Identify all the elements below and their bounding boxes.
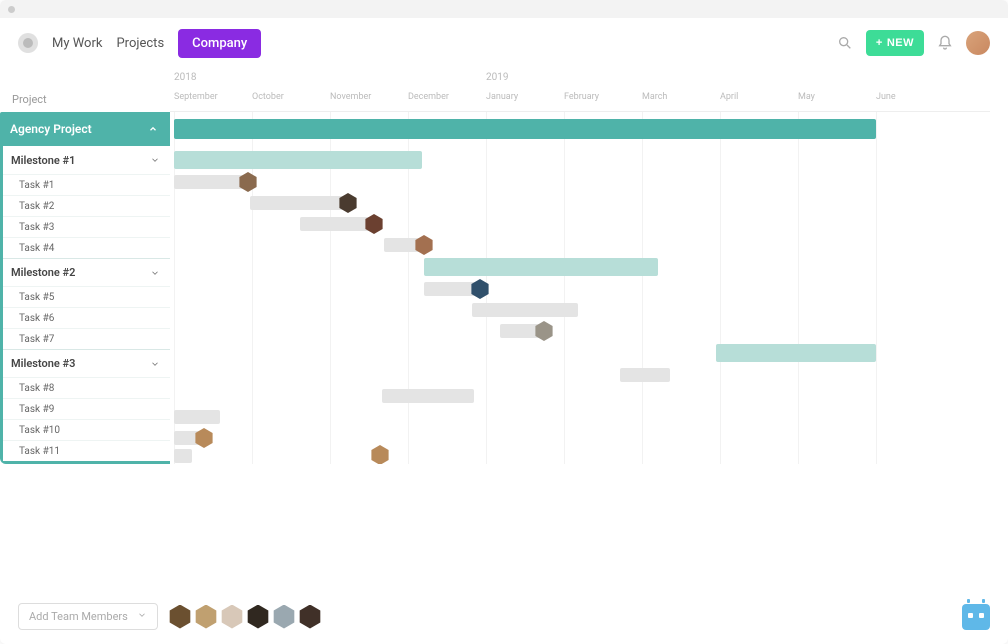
chevron-up-icon xyxy=(146,122,160,136)
team-avatar[interactable] xyxy=(220,605,244,629)
chevron-down-icon xyxy=(137,610,147,623)
gridline xyxy=(720,112,721,464)
milestone-row[interactable]: Milestone #3 xyxy=(3,349,170,377)
search-icon[interactable] xyxy=(834,32,856,54)
gridline xyxy=(564,112,565,464)
app-logo[interactable] xyxy=(18,33,38,53)
timeline-month: April xyxy=(720,92,738,102)
add-team-members-select[interactable]: Add Team Members xyxy=(18,603,158,630)
gantt-bar-task[interactable] xyxy=(174,175,248,189)
project-header[interactable]: Agency Project xyxy=(0,112,170,146)
gantt-chart[interactable]: 2018 2019 September October November Decembe… xyxy=(170,68,990,464)
task-row[interactable]: Task #8 xyxy=(3,377,170,398)
gantt-bar-milestone[interactable] xyxy=(716,344,876,362)
project-title: Agency Project xyxy=(10,122,92,136)
milestone-row[interactable]: Milestone #1 xyxy=(3,146,170,174)
timeline-month: March xyxy=(642,92,667,102)
team-avatar[interactable] xyxy=(272,605,296,629)
chevron-down-icon xyxy=(148,266,162,280)
sidebar-header-label: Project xyxy=(0,68,170,112)
gantt-bar-task[interactable] xyxy=(174,449,192,463)
team-avatar[interactable] xyxy=(168,605,192,629)
timeline-month: May xyxy=(798,92,815,102)
timeline-year: 2019 xyxy=(486,72,508,83)
milestone-label: Milestone #3 xyxy=(11,357,75,370)
gantt-bar-task[interactable] xyxy=(382,389,474,403)
timeline-years: 2018 2019 xyxy=(170,68,990,86)
sidebar: Project Agency Project Milestone #1 Task … xyxy=(0,68,170,464)
gantt-bar-task[interactable] xyxy=(300,217,374,231)
user-avatar[interactable] xyxy=(966,31,990,55)
team-avatar[interactable] xyxy=(298,605,322,629)
nav-item-company[interactable]: Company xyxy=(178,29,261,58)
nav-item-my-work[interactable]: My Work xyxy=(52,36,102,51)
gantt-bar-task[interactable] xyxy=(472,303,578,317)
gantt-bar-task[interactable] xyxy=(174,410,220,424)
chevron-down-icon xyxy=(148,357,162,371)
gantt-bar-task[interactable] xyxy=(250,196,348,210)
timeline-month: December xyxy=(408,92,449,102)
timeline-month: June xyxy=(876,92,896,102)
timeline-month: October xyxy=(252,92,284,102)
assistant-icon[interactable] xyxy=(962,604,990,630)
task-row[interactable]: Task #10 xyxy=(3,419,170,440)
bell-icon[interactable] xyxy=(934,32,956,54)
gridline xyxy=(798,112,799,464)
app-header: My Work Projects Company + NEW xyxy=(0,18,1008,68)
task-row[interactable]: Task #1 xyxy=(3,174,170,195)
new-button[interactable]: + NEW xyxy=(866,30,924,56)
plus-icon: + xyxy=(876,37,883,49)
add-members-label: Add Team Members xyxy=(29,610,128,623)
gantt-bar-milestone[interactable] xyxy=(174,151,422,169)
task-row[interactable]: Task #4 xyxy=(3,237,170,258)
timeline-month: February xyxy=(564,92,599,102)
gridline xyxy=(876,112,877,464)
main-nav: My Work Projects Company xyxy=(52,29,261,58)
team-avatars xyxy=(168,605,322,629)
task-row[interactable]: Task #2 xyxy=(3,195,170,216)
milestone-label: Milestone #2 xyxy=(11,266,75,279)
task-row[interactable]: Task #9 xyxy=(3,398,170,419)
logo-icon xyxy=(22,37,34,49)
milestone-row[interactable]: Milestone #2 xyxy=(3,258,170,286)
window-titlebar xyxy=(0,0,1008,18)
new-button-label: NEW xyxy=(887,37,914,49)
timeline-months: September October November December January F… xyxy=(170,86,990,112)
gantt-bar-project[interactable] xyxy=(174,119,876,139)
gantt-bar-task[interactable] xyxy=(620,368,670,382)
timeline-month: January xyxy=(486,92,518,102)
task-row[interactable]: Task #6 xyxy=(3,307,170,328)
team-avatar[interactable] xyxy=(194,605,218,629)
footer: Add Team Members xyxy=(18,603,990,630)
timeline-month: September xyxy=(174,92,218,102)
milestone-label: Milestone #1 xyxy=(11,154,75,167)
task-row[interactable]: Task #7 xyxy=(3,328,170,349)
nav-item-projects[interactable]: Projects xyxy=(116,36,164,51)
gridline xyxy=(642,112,643,464)
window-dot xyxy=(8,6,15,13)
task-row[interactable]: Task #3 xyxy=(3,216,170,237)
task-row[interactable]: Task #5 xyxy=(3,286,170,307)
team-avatar[interactable] xyxy=(246,605,270,629)
timeline-year: 2018 xyxy=(174,72,196,83)
task-row[interactable]: Task #11 xyxy=(3,440,170,461)
chevron-down-icon xyxy=(148,153,162,167)
timeline-month: November xyxy=(330,92,371,102)
gantt-bar-milestone[interactable] xyxy=(424,258,658,276)
